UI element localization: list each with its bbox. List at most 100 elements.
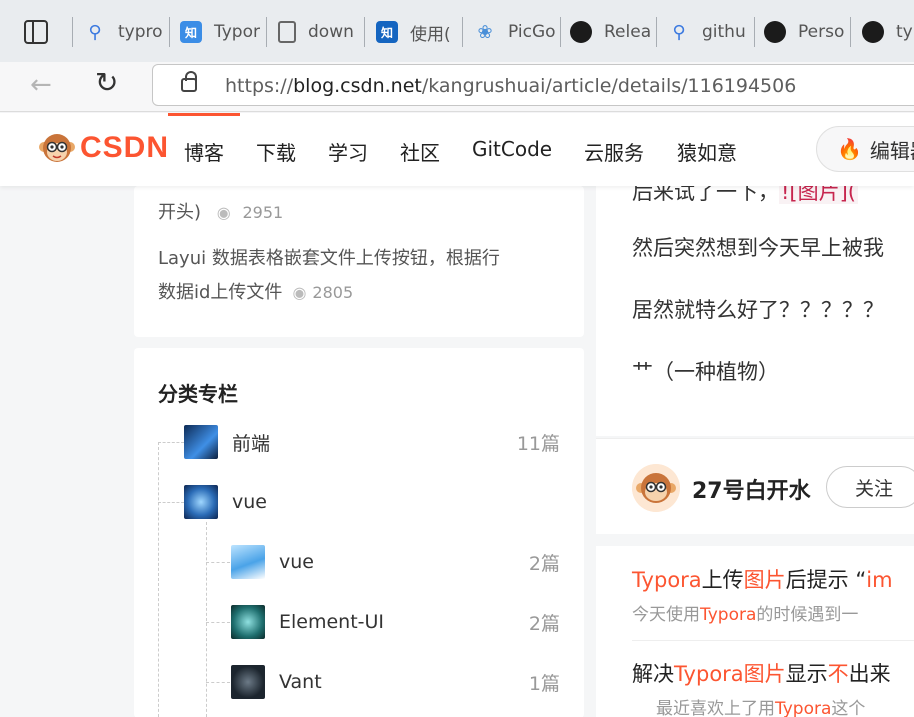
- tab-title: down: [308, 22, 354, 42]
- tree-line: [206, 622, 230, 623]
- nav-item-yuanruyi[interactable]: 猿如意: [677, 137, 737, 166]
- tab-divider: [754, 17, 755, 47]
- tab-divider: [266, 17, 267, 47]
- category-name: vue: [232, 491, 267, 513]
- category-thumbnail: [231, 665, 265, 699]
- view-count: 2805: [312, 283, 354, 302]
- csdn-logo[interactable]: CSDN: [38, 131, 169, 165]
- tab-title: PicGo: [508, 22, 556, 42]
- tab-divider: [169, 17, 170, 47]
- author-name[interactable]: 27号白开水: [692, 473, 811, 505]
- browser-tab[interactable]: ty: [862, 14, 914, 50]
- zhihu-icon: 知: [376, 21, 398, 43]
- category-name: Vant: [279, 671, 322, 693]
- nav-item-learn[interactable]: 学习: [328, 137, 368, 166]
- tree-line: [158, 442, 159, 717]
- desc-part: 这个: [831, 699, 866, 717]
- vertical-tabs-icon[interactable]: [24, 20, 48, 44]
- article-paragraph: 居然就特么好了？？？？？: [632, 298, 884, 322]
- browser-tab[interactable]: ❀ PicGo: [474, 14, 556, 50]
- site-header: CSDN 博客 下载 学习 社区 GitCode 云服务 猿如意 🔥 编辑器: [0, 113, 914, 186]
- url-scheme: https://: [225, 75, 294, 97]
- nav-item-blog[interactable]: 博客: [184, 137, 224, 166]
- tab-title: Relea: [604, 22, 652, 42]
- github-icon: [570, 21, 592, 43]
- desc-part: 最近喜欢上了用: [656, 699, 775, 717]
- category-item[interactable]: Element-UI 2篇: [231, 604, 560, 640]
- category-thumbnail: [231, 545, 265, 579]
- follow-button[interactable]: 关注: [826, 466, 914, 508]
- title-part: im: [866, 568, 893, 592]
- nav-item-gitcode[interactable]: GitCode: [472, 137, 552, 161]
- hot-articles-card: 开头) ◉ 2951 Layui 数据表格嵌套文件上传按钮，根据行 数据id上传…: [134, 186, 584, 337]
- reload-icon[interactable]: ↻: [95, 69, 118, 97]
- hot-article-link[interactable]: Layui 数据表格嵌套文件上传按钮，根据行 数据id上传文件 ◉ 2805: [158, 242, 558, 310]
- browser-tab[interactable]: down: [278, 14, 360, 50]
- browser-tab[interactable]: 知 使用(: [376, 14, 458, 50]
- back-arrow-icon[interactable]: ←: [30, 72, 52, 98]
- related-article-title[interactable]: Typora上传图片后提示 “im: [632, 564, 893, 594]
- title-part: 出来: [848, 662, 891, 686]
- github-icon: [764, 21, 786, 43]
- category-card: 分类专栏 前端 11篇 vue vue 2篇 Element-UI 2篇 Van…: [134, 348, 584, 717]
- tab-title: githu: [702, 22, 746, 42]
- category-item[interactable]: Vant 1篇: [231, 664, 560, 700]
- active-nav-indicator: [168, 113, 240, 116]
- paragraph-text: 后来试了一下，: [632, 186, 779, 204]
- browser-tab[interactable]: Perso: [764, 14, 846, 50]
- browser-tab[interactable]: 知 Typor: [180, 14, 262, 50]
- browser-tab[interactable]: Relea: [570, 14, 652, 50]
- related-article-title[interactable]: 解决Typora图片显示不出来: [632, 658, 891, 688]
- picgo-icon: ❀: [477, 21, 493, 43]
- browser-tab[interactable]: ⚲ githu: [668, 14, 750, 50]
- related-article-desc: 最近喜欢上了用Typora这个: [656, 694, 865, 717]
- article-body: 后来试了一下，![图片]( 然后突然想到今天早上被我 居然就特么好了？？？？？ …: [596, 186, 914, 436]
- nav-item-download[interactable]: 下载: [256, 137, 296, 166]
- tab-divider: [560, 17, 561, 47]
- author-bar: 27号白开水 关注: [596, 438, 914, 534]
- article-title: 数据id上传文件: [158, 282, 283, 303]
- browser-toolbar: ← ↻ https://blog.csdn.net/kangrushuai/ar…: [0, 62, 914, 112]
- desc-part: Typora: [700, 605, 757, 625]
- browser-tab[interactable]: ⚲ typro: [84, 14, 166, 50]
- avatar[interactable]: [632, 464, 680, 512]
- inline-code: ![图片](: [779, 186, 858, 204]
- eye-icon: ◉: [216, 203, 231, 222]
- tab-title: Perso: [798, 22, 845, 42]
- browser-tab-strip: ⚲ typro 知 Typor down 知 使用( ❀ PicGo Relea…: [0, 0, 914, 62]
- category-count: 2篇: [528, 612, 560, 635]
- divider: [632, 640, 914, 641]
- category-count: 11篇: [516, 432, 560, 455]
- title-part: 图片: [743, 568, 786, 592]
- address-bar[interactable]: https://blog.csdn.net/kangrushuai/articl…: [152, 64, 914, 106]
- category-thumbnail: [184, 425, 218, 459]
- tab-title: 使用(: [410, 24, 451, 45]
- related-article-desc: 今天使用Typora的时候遇到一: [632, 600, 858, 625]
- category-item[interactable]: vue: [184, 484, 560, 520]
- tab-divider: [72, 17, 73, 47]
- article-paragraph: 后来试了一下，![图片](: [632, 186, 858, 206]
- tree-line: [206, 562, 230, 563]
- tree-line: [206, 682, 230, 683]
- nav-item-community[interactable]: 社区: [400, 137, 440, 166]
- tree-line: [158, 442, 184, 443]
- desc-part: 的时候遇到一: [756, 605, 859, 625]
- hot-article-link[interactable]: 开头) ◉ 2951: [158, 196, 558, 230]
- logo-text: CSDN: [80, 131, 170, 164]
- title-part: 不: [827, 662, 849, 686]
- category-item[interactable]: vue 2篇: [231, 544, 560, 580]
- editor-button[interactable]: 🔥 编辑器: [816, 126, 914, 172]
- related-articles: Typora上传图片后提示 “im 今天使用Typora的时候遇到一 解决Typ…: [596, 546, 914, 717]
- lock-icon[interactable]: [181, 71, 197, 92]
- url-text: https://blog.csdn.net/kangrushuai/articl…: [225, 75, 796, 97]
- tab-divider: [462, 17, 463, 47]
- title-part: Typora: [632, 568, 702, 592]
- search-icon: ⚲: [88, 21, 102, 43]
- title-part: 解决: [632, 662, 674, 686]
- nav-item-cloud[interactable]: 云服务: [584, 137, 644, 166]
- tree-line: [206, 522, 207, 717]
- zhihu-icon: 知: [180, 21, 202, 43]
- title-part: Typora: [674, 662, 744, 686]
- category-item[interactable]: 前端 11篇: [184, 424, 560, 460]
- url-path: /kangrushuai/article/details/116194506: [421, 75, 797, 97]
